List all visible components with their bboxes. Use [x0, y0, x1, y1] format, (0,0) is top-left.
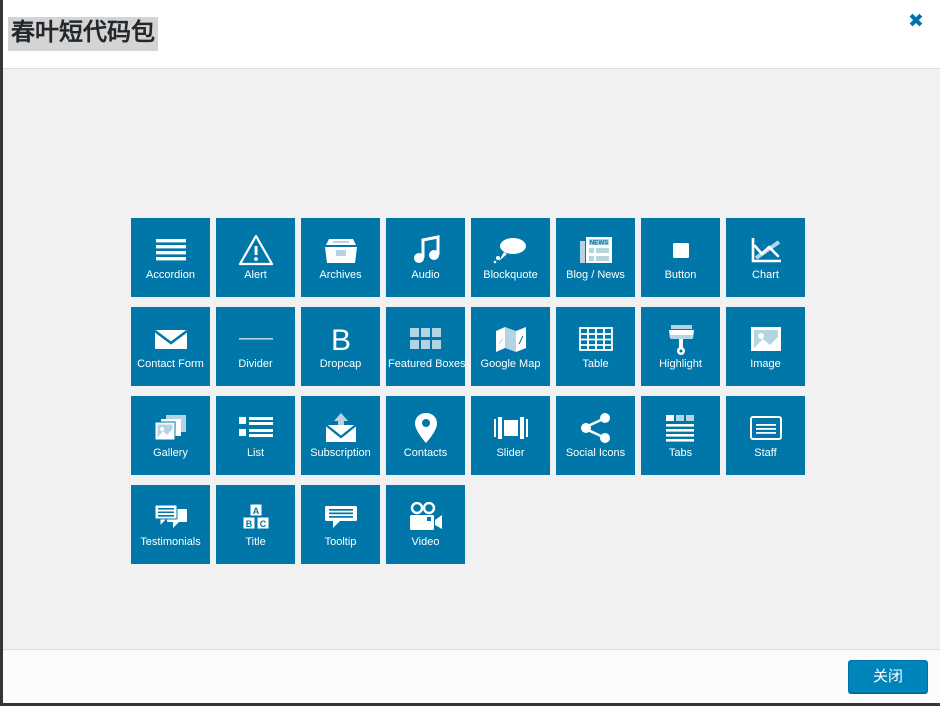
social-icons-icon [556, 409, 635, 447]
audio-icon [386, 231, 465, 269]
shortcode-tile-label: Subscription [310, 447, 371, 459]
svg-text:A: A [252, 506, 259, 516]
shortcode-tile-label: Title [245, 536, 266, 548]
shortcode-tile-list[interactable]: List [216, 396, 295, 475]
shortcode-tile-google-map[interactable]: Google Map [471, 307, 550, 386]
highlight-icon [641, 320, 720, 358]
google-map-icon [471, 320, 550, 358]
tooltip-icon [301, 498, 380, 536]
shortcode-tile-label: Dropcap [319, 358, 362, 370]
modal-footer: 关闭 [3, 649, 940, 703]
shortcode-tile-social-icons[interactable]: Social Icons [556, 396, 635, 475]
svg-text:NEWS: NEWS [589, 239, 608, 246]
shortcode-tile-label: Accordion [146, 269, 195, 281]
shortcode-tile-grid: Accordion Alert Archives Audio Blockquot… [131, 218, 813, 574]
modal-body: Accordion Alert Archives Audio Blockquot… [3, 69, 940, 649]
list-icon [216, 409, 295, 447]
gallery-icon [131, 409, 210, 447]
slider-icon [471, 409, 550, 447]
shortcode-tile-label: Testimonials [140, 536, 201, 548]
archives-icon [301, 231, 380, 269]
blockquote-icon [471, 231, 550, 269]
shortcode-tile-label: Google Map [480, 358, 541, 370]
shortcode-tile-blockquote[interactable]: Blockquote [471, 218, 550, 297]
shortcode-tile-testimonials[interactable]: Testimonials [131, 485, 210, 564]
shortcode-tile-alert[interactable]: Alert [216, 218, 295, 297]
shortcode-tile-gallery[interactable]: Gallery [131, 396, 210, 475]
shortcode-tile-tooltip[interactable]: Tooltip [301, 485, 380, 564]
shortcode-tile-label: Table [582, 358, 609, 370]
shortcode-tile-label: Slider [496, 447, 525, 459]
shortcode-tile-audio[interactable]: Audio [386, 218, 465, 297]
shortcode-tile-label: Gallery [153, 447, 188, 459]
accordion-icon [131, 231, 210, 269]
shortcode-tile-button[interactable]: Button [641, 218, 720, 297]
shortcode-tile-label: Divider [238, 358, 273, 370]
table-icon [556, 320, 635, 358]
close-icon[interactable]: ✖ [902, 8, 930, 36]
dropcap-icon: B [301, 320, 380, 358]
shortcode-tile-tabs[interactable]: Tabs [641, 396, 720, 475]
contacts-icon [386, 409, 465, 447]
svg-text:C: C [259, 519, 266, 529]
tabs-icon [641, 409, 720, 447]
alert-icon [216, 231, 295, 269]
page-title: 春叶短代码包 [8, 17, 158, 51]
shortcode-tile-dropcap[interactable]: B Dropcap [301, 307, 380, 386]
testimonials-icon [131, 498, 210, 536]
divider-icon [216, 320, 295, 358]
image-icon [726, 320, 805, 358]
shortcode-tile-divider[interactable]: Divider [216, 307, 295, 386]
shortcode-tile-label: Highlight [659, 358, 702, 370]
close-button[interactable]: 关闭 [848, 660, 928, 693]
shortcode-tile-label: Image [750, 358, 781, 370]
shortcode-tile-archives[interactable]: Archives [301, 218, 380, 297]
shortcode-tile-label: Contacts [403, 447, 448, 459]
shortcode-tile-label: Tabs [668, 447, 693, 459]
contact-form-icon [131, 320, 210, 358]
title-icon: A B C [216, 498, 295, 536]
chart-icon [726, 231, 805, 269]
shortcode-tile-label: Chart [752, 269, 779, 281]
shortcode-tile-image[interactable]: Image [726, 307, 805, 386]
shortcode-tile-label: Alert [244, 269, 267, 281]
shortcode-tile-label: Button [664, 269, 697, 281]
subscription-icon [301, 409, 380, 447]
modal-header: 春叶短代码包 ✖ [3, 0, 940, 69]
blog-news-icon: NEWS [556, 231, 635, 269]
shortcode-tile-label: Tooltip [324, 536, 357, 548]
shortcode-tile-chart[interactable]: Chart [726, 218, 805, 297]
shortcode-tile-video[interactable]: Video [386, 485, 465, 564]
svg-text:B: B [330, 324, 350, 355]
shortcode-tile-subscription[interactable]: Subscription [301, 396, 380, 475]
shortcode-tile-label: Staff [754, 447, 777, 459]
shortcode-tile-label: Featured Boxes [388, 358, 465, 370]
video-icon [386, 498, 465, 536]
shortcode-tile-accordion[interactable]: Accordion [131, 218, 210, 297]
shortcode-tile-staff[interactable]: Staff [726, 396, 805, 475]
shortcode-tile-label: Blockquote [483, 269, 538, 281]
shortcode-tile-label: Blog / News [566, 269, 625, 281]
shortcode-modal-window: 春叶短代码包 ✖ Accordion Alert Archives Audio … [0, 0, 940, 706]
shortcode-tile-slider[interactable]: Slider [471, 396, 550, 475]
shortcode-tile-table[interactable]: Table [556, 307, 635, 386]
shortcode-tile-title[interactable]: A B C Title [216, 485, 295, 564]
shortcode-tile-highlight[interactable]: Highlight [641, 307, 720, 386]
button-icon [641, 231, 720, 269]
shortcode-tile-contact-form[interactable]: Contact Form [131, 307, 210, 386]
shortcode-tile-label: Audio [411, 269, 440, 281]
svg-text:B: B [245, 519, 252, 529]
featured-boxes-icon [386, 320, 465, 358]
shortcode-tile-label: Video [411, 536, 440, 548]
shortcode-tile-label: Archives [319, 269, 362, 281]
shortcode-tile-blog-news[interactable]: NEWS Blog / News [556, 218, 635, 297]
staff-icon [726, 409, 805, 447]
shortcode-tile-label: Social Icons [565, 447, 626, 459]
shortcode-tile-label: List [246, 447, 265, 459]
shortcode-tile-label: Contact Form [137, 358, 204, 370]
shortcode-tile-contacts[interactable]: Contacts [386, 396, 465, 475]
shortcode-tile-featured-boxes[interactable]: Featured Boxes [386, 307, 465, 386]
